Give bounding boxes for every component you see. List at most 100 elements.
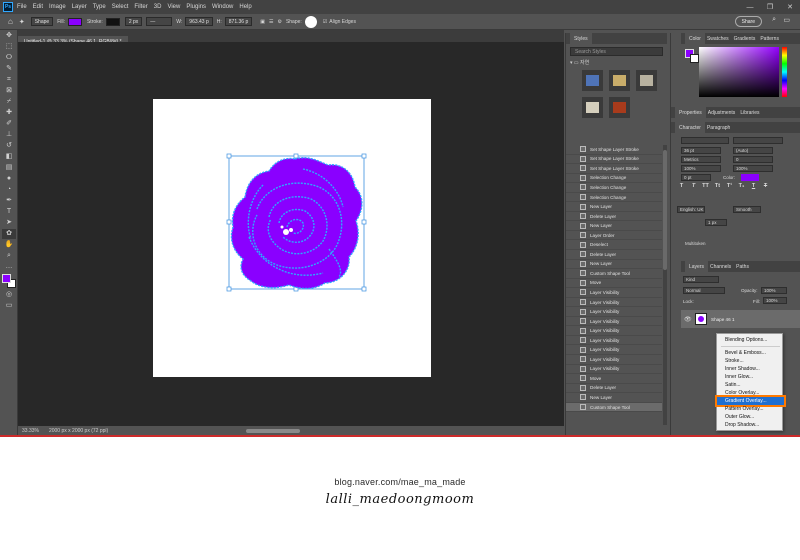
shape-tool-icon[interactable]: ✦	[19, 18, 25, 26]
document-info[interactable]: 2000 px x 2000 px (72 ppi)	[49, 428, 108, 434]
history-item[interactable]: Selection Change	[566, 193, 662, 203]
layer-thumbnail[interactable]	[695, 313, 707, 325]
path-select-tool-icon[interactable]: ➤	[2, 218, 16, 228]
healing-brush-tool-icon[interactable]: ✚	[2, 108, 16, 118]
blend-mode-select[interactable]: Normal	[683, 287, 725, 294]
style-swatch[interactable]	[609, 97, 630, 118]
close-icon[interactable]: ✕	[780, 0, 800, 14]
tab-swatches[interactable]: Swatches	[707, 36, 729, 42]
dodge-tool-icon[interactable]: ◔	[2, 185, 16, 195]
minimize-icon[interactable]: —	[740, 0, 760, 14]
layer-filter-select[interactable]: Kind	[683, 276, 719, 283]
multitoken-section[interactable]: Multitoken	[685, 241, 706, 246]
menu-stroke[interactable]: Stroke...	[717, 357, 784, 365]
path-align-icon[interactable]: ☰	[269, 19, 273, 25]
history-item[interactable]: Move	[566, 374, 662, 384]
color-bg-swatch[interactable]	[690, 54, 699, 63]
superscript-button[interactable]: T¹	[725, 183, 734, 191]
tab-paragraph[interactable]: Paragraph	[707, 125, 730, 131]
menu-window[interactable]: Window	[212, 4, 233, 10]
clone-stamp-tool-icon[interactable]: ⊥	[2, 130, 16, 140]
maximize-icon[interactable]: ❐	[760, 0, 780, 14]
tool-mode-select[interactable]: Shape	[30, 17, 54, 26]
tab-libraries[interactable]: Libraries	[740, 110, 759, 116]
menu-plugins[interactable]: Plugins	[186, 4, 206, 10]
styles-search-input[interactable]: Search Styles	[570, 47, 663, 56]
move-tool-icon[interactable]: ✥	[2, 31, 16, 41]
stroke-type-select[interactable]: ―	[146, 17, 173, 26]
stroke-width-field[interactable]: 2 px	[124, 17, 143, 26]
eraser-tool-icon[interactable]: ◧	[2, 152, 16, 162]
menu-edit[interactable]: Edit	[33, 4, 43, 10]
menu-filter[interactable]: Filter	[134, 4, 147, 10]
menu-image[interactable]: Image	[49, 4, 66, 10]
type-tool-icon[interactable]: T	[2, 207, 16, 217]
tab-styles[interactable]: Styles	[570, 33, 592, 44]
font-size-field[interactable]: 36 pt	[681, 147, 721, 154]
underline-button[interactable]: T	[749, 183, 758, 191]
canvas-area[interactable]	[18, 42, 564, 426]
history-item[interactable]: Set Shape Layer Stroke	[566, 155, 662, 165]
history-item[interactable]: New Layer	[566, 202, 662, 212]
marquee-tool-icon[interactable]: ⬚	[2, 42, 16, 52]
tab-paths[interactable]: Paths	[736, 264, 749, 270]
history-item[interactable]: New Layer	[566, 393, 662, 403]
tab-layers[interactable]: Layers	[685, 261, 709, 272]
hand-tool-icon[interactable]: ✋	[2, 240, 16, 250]
font-style-select[interactable]	[733, 137, 783, 144]
tab-gradients[interactable]: Gradients	[734, 36, 756, 42]
gradient-tool-icon[interactable]: ▤	[2, 163, 16, 173]
history-item[interactable]: Layer Visibility	[566, 365, 662, 375]
home-icon[interactable]: ⌂	[8, 17, 13, 26]
history-brush-tool-icon[interactable]: ↺	[2, 141, 16, 151]
eyedropper-tool-icon[interactable]: ⌿	[2, 97, 16, 107]
history-item[interactable]: Set Shape Layer Stroke	[566, 164, 662, 174]
history-item[interactable]: Layer Visibility	[566, 336, 662, 346]
more-tools-icon[interactable]: …	[2, 262, 16, 272]
search-icon[interactable]: ⌕	[772, 16, 776, 24]
opacity-field[interactable]: 100%	[761, 287, 787, 294]
menu-type[interactable]: Type	[93, 4, 106, 10]
foreground-color-swatch[interactable]	[2, 274, 11, 283]
rose-shape[interactable]	[153, 99, 431, 377]
share-button[interactable]: Share	[734, 16, 762, 27]
history-item[interactable]: Custom Shape Tool	[566, 269, 662, 279]
menu-drop-shadow[interactable]: Drop Shadow...	[717, 421, 784, 429]
history-item[interactable]: Layer Visibility	[566, 298, 662, 308]
language-select[interactable]: English: UK	[677, 206, 705, 213]
menu-inner-glow[interactable]: Inner Glow...	[717, 373, 784, 381]
menu-gradient-overlay[interactable]: Gradient Overlay...	[715, 395, 786, 407]
subscript-button[interactable]: T₁	[737, 183, 746, 191]
lasso-tool-icon[interactable]: ⵔ	[2, 53, 16, 63]
style-swatch[interactable]	[582, 70, 603, 91]
hue-slider[interactable]	[782, 47, 787, 97]
stroke-swatch[interactable]	[105, 17, 120, 26]
styles-folder[interactable]: ▾ ▭ 자연	[570, 59, 663, 67]
history-item[interactable]: Delete Layer	[566, 250, 662, 260]
style-swatch[interactable]	[636, 70, 657, 91]
history-item[interactable]: New Layer	[566, 260, 662, 270]
gear-icon[interactable]: ⚙	[277, 19, 281, 25]
layer-row[interactable]: 👁 Shape 46 1	[681, 310, 800, 328]
brush-tool-icon[interactable]: ✐	[2, 119, 16, 129]
tab-properties[interactable]: Properties	[675, 107, 706, 118]
path-ops-icon[interactable]: ▣	[260, 19, 265, 25]
vertical-scale-field[interactable]: 100%	[681, 165, 721, 172]
document-canvas[interactable]	[153, 99, 431, 377]
blur-tool-icon[interactable]: ●	[2, 174, 16, 184]
tab-channels[interactable]: Channels	[710, 264, 731, 270]
history-item[interactable]: Layer Visibility	[566, 288, 662, 298]
menu-satin[interactable]: Satin...	[717, 381, 784, 389]
width-field[interactable]: 963.43 p	[185, 17, 213, 26]
menu-view[interactable]: View	[167, 4, 180, 10]
history-item[interactable]: Custom Shape Tool	[566, 402, 662, 413]
small-caps-button[interactable]: Tt	[713, 183, 722, 191]
pen-tool-icon[interactable]: ✒	[2, 196, 16, 206]
history-item[interactable]: Layer Visibility	[566, 317, 662, 327]
horizontal-scale-field[interactable]: 100%	[733, 165, 773, 172]
tab-adjustments[interactable]: Adjustments	[708, 110, 736, 116]
history-item[interactable]: Layer Visibility	[566, 326, 662, 336]
tab-character[interactable]: Character	[675, 122, 705, 133]
history-item[interactable]: Deselect	[566, 240, 662, 251]
faux-bold-button[interactable]: T	[677, 183, 686, 191]
